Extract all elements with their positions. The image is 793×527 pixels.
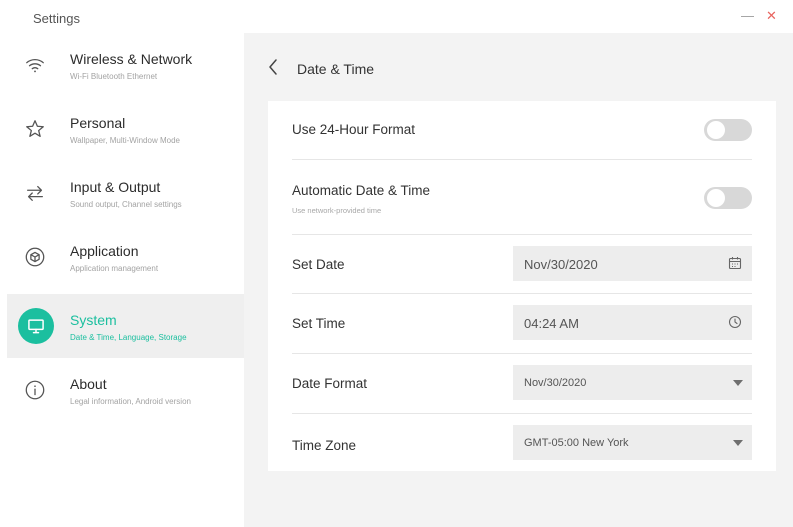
set-date-field[interactable]: Nov/30/2020 (513, 246, 752, 281)
setting-row-time-zone: Time Zone GMT-05:00 New York (292, 414, 752, 471)
calendar-icon (728, 256, 742, 270)
setting-label: Use 24-Hour Format (292, 122, 416, 137)
field-value: Nov/30/2020 (524, 377, 587, 389)
time-zone-select[interactable]: GMT-05:00 New York (513, 425, 752, 460)
automatic-date-time-toggle[interactable] (704, 187, 752, 209)
minimize-button[interactable]: — (741, 9, 754, 23)
field-value: 04:24 AM (524, 316, 579, 331)
wifi-icon (20, 50, 50, 80)
settings-card: Use 24-Hour Format Automatic Date & Time… (268, 101, 776, 471)
clock-icon (728, 315, 742, 329)
app-title: Settings (33, 11, 80, 26)
sidebar-item-subtitle: Date & Time, Language, Storage (70, 333, 187, 342)
caret-down-icon (733, 380, 743, 386)
caret-down-icon (733, 440, 743, 446)
setting-row-set-date: Set Date Nov/30/2020 (292, 235, 752, 294)
setting-sublabel: Use network-provided time (292, 206, 382, 215)
setting-label: Time Zone (292, 438, 357, 453)
title-bar: Settings — ✕ (0, 0, 793, 33)
sidebar-item-subtitle: Sound output, Channel settings (70, 200, 182, 209)
toggle-knob (707, 189, 725, 207)
cube-icon (20, 242, 50, 272)
date-format-select[interactable]: Nov/30/2020 (513, 365, 752, 400)
monitor-icon (18, 308, 54, 344)
sidebar-item-system[interactable]: System Date & Time, Language, Storage (7, 294, 244, 358)
content-panel: Date & Time Use 24-Hour Format Automatic… (244, 33, 793, 527)
setting-label: Automatic Date & Time (292, 183, 431, 198)
sidebar-item-about[interactable]: About Legal information, Android version (7, 358, 244, 422)
setting-row-automatic-date-time: Automatic Date & Time Use network-provid… (292, 160, 752, 235)
close-button[interactable]: ✕ (766, 9, 777, 23)
sidebar-item-label: About (70, 376, 107, 392)
star-icon (20, 114, 50, 144)
sidebar-item-subtitle: Legal information, Android version (70, 397, 191, 406)
sidebar-item-label: System (70, 312, 117, 328)
field-value: Nov/30/2020 (524, 257, 598, 272)
toggle-knob (707, 121, 725, 139)
sidebar-item-input-output[interactable]: Input & Output Sound output, Channel set… (7, 161, 244, 225)
field-value: GMT-05:00 New York (524, 437, 629, 449)
sidebar-item-subtitle: Application management (70, 264, 159, 273)
sidebar-item-label: Wireless & Network (70, 51, 193, 67)
24-hour-toggle[interactable] (704, 119, 752, 141)
setting-label: Set Time (292, 316, 346, 331)
setting-label: Date Format (292, 376, 368, 391)
page-title: Date & Time (297, 61, 375, 77)
sidebar-item-label: Personal (70, 115, 126, 131)
info-icon (20, 375, 50, 405)
set-time-field[interactable]: 04:24 AM (513, 305, 752, 340)
setting-row-date-format: Date Format Nov/30/2020 (292, 354, 752, 414)
sidebar-item-label: Input & Output (70, 179, 161, 195)
sidebar: Wireless & Network Wi-Fi Bluetooth Ether… (7, 33, 244, 527)
sidebar-item-subtitle: Wallpaper, Multi-Window Mode (70, 136, 180, 145)
sidebar-item-application[interactable]: Application Application management (7, 225, 244, 289)
setting-row-set-time: Set Time 04:24 AM (292, 294, 752, 354)
sidebar-item-personal[interactable]: Personal Wallpaper, Multi-Window Mode (7, 97, 244, 161)
sidebar-item-wireless-network[interactable]: Wireless & Network Wi-Fi Bluetooth Ether… (7, 33, 244, 97)
sidebar-item-subtitle: Wi-Fi Bluetooth Ethernet (70, 72, 158, 81)
setting-row-24-hour: Use 24-Hour Format (292, 101, 752, 160)
setting-label: Set Date (292, 257, 345, 272)
sidebar-item-label: Application (70, 243, 139, 259)
arrows-icon (20, 178, 50, 208)
back-arrow-icon[interactable] (266, 57, 282, 77)
